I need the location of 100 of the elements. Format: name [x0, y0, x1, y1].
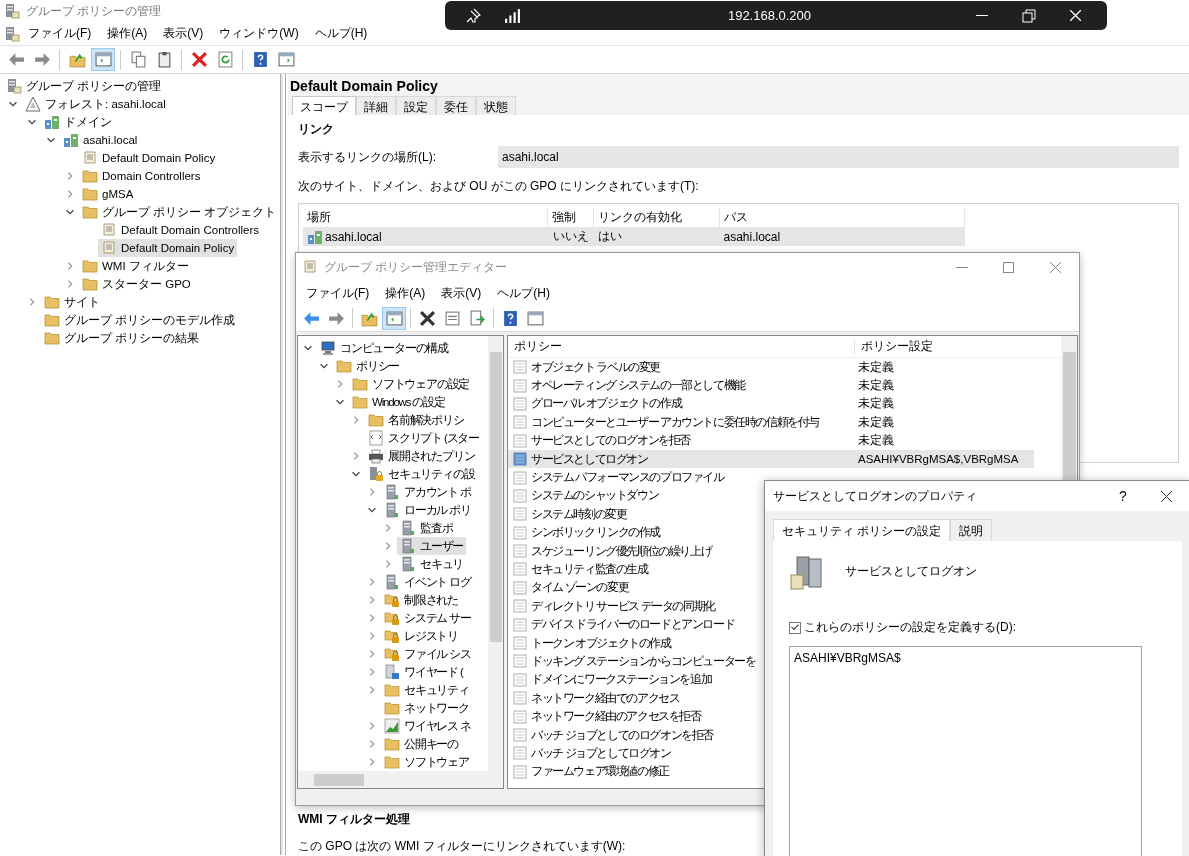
policy-row[interactable]: ファームウェア環境値の修正	[508, 762, 672, 781]
policy-row[interactable]: ドッキング ステーションからコンピューターを	[508, 652, 759, 671]
menu-item[interactable]: 操作(A)	[99, 23, 156, 44]
tab[interactable]: スコープ	[292, 96, 356, 115]
chevron-icon[interactable]	[368, 506, 376, 514]
tree-item[interactable]: グループ ポリシー オブジェクト	[79, 203, 280, 221]
tab[interactable]: 委任	[436, 96, 476, 115]
policy-row[interactable]: バッチ ジョブとしてログオン	[508, 744, 674, 763]
menu-item[interactable]: ヘルプ(H)	[489, 283, 558, 303]
tree-item[interactable]: グループ ポリシーの結果	[41, 329, 203, 347]
link-row[interactable]: asahi.local いいえ はい asahi.local	[303, 227, 965, 246]
define-checkbox[interactable]: これらのポリシーの設定を定義する(D):	[789, 619, 1166, 636]
tab[interactable]: 詳細	[356, 96, 396, 115]
tab[interactable]: セキュリティ ポリシーの設定	[773, 519, 951, 541]
menu-item[interactable]: ファイル(F)	[20, 23, 100, 44]
tree-item[interactable]: グループ ポリシーの管理	[3, 77, 165, 95]
scrollbar[interactable]	[298, 771, 503, 788]
tree-item[interactable]: コンピューターの構成	[317, 339, 451, 357]
tree-item[interactable]: スクリプト (スター	[365, 429, 483, 447]
tree-item[interactable]: セキュリティの設	[365, 465, 478, 483]
checkbox[interactable]	[789, 621, 801, 634]
column-header[interactable]: ポリシー	[508, 339, 854, 354]
menu-item[interactable]: ウィンドウ(W)	[211, 23, 307, 44]
chevron-icon[interactable]	[9, 100, 17, 108]
tree-item[interactable]: ワイヤード (	[381, 663, 466, 681]
chevron-icon[interactable]	[336, 398, 344, 406]
policy-row[interactable]: システム時刻の変更	[508, 505, 630, 524]
tree-item[interactable]: Domain Controllers	[79, 167, 204, 185]
tree-item[interactable]: レジストリ	[381, 627, 461, 645]
policy-row[interactable]: グローバル オブジェクトの作成 未定義	[508, 394, 1034, 414]
tree-item[interactable]: ローカル ポリ	[381, 501, 474, 519]
chevron-icon[interactable]	[28, 118, 36, 126]
policy-row[interactable]: コンピューターとユーザー アカウントに委任時の信頼を付与 未定義	[508, 413, 1034, 432]
tree-item[interactable]: フォレスト: asahi.local	[22, 95, 169, 113]
tree-item[interactable]: ファイル シス	[381, 645, 474, 663]
chevron-icon[interactable]	[66, 208, 74, 216]
tree-item[interactable]: セキュリティ	[381, 681, 472, 699]
menu-item[interactable]: 表示(V)	[155, 23, 212, 44]
tree-item[interactable]: Windows の設定	[349, 393, 448, 411]
tree-item[interactable]: 名前解決ポリシ	[365, 411, 467, 429]
scrollbar[interactable]	[488, 336, 503, 771]
location-field[interactable]: asahi.local	[498, 146, 1179, 168]
tree-item[interactable]: イベント ログ	[381, 573, 474, 591]
tree-item[interactable]: ネットワーク	[381, 699, 472, 717]
policy-row[interactable]: ネットワーク経由のアクセスを拒否	[508, 707, 704, 726]
policy-row[interactable]: スケジューリング優先順位の繰り上げ	[508, 541, 715, 561]
menu-item[interactable]: 表示(V)	[433, 283, 490, 303]
tree-item[interactable]: 制限された	[381, 591, 461, 609]
menu-item[interactable]: ヘルプ(H)	[306, 23, 376, 44]
account-list[interactable]: ASAHI¥VBRgMSA$	[789, 646, 1142, 856]
menu-item[interactable]: 操作(A)	[377, 283, 434, 303]
policy-row[interactable]: サービスとしてログオン ASAHI¥VBRgMSA$,VBRgMSA	[508, 449, 1034, 469]
tree-item[interactable]: ポリシー	[333, 357, 403, 375]
policy-row[interactable]: システムのシャットダウン	[508, 486, 662, 506]
policy-row[interactable]: オペレーティング システムの一部として機能 未定義	[508, 376, 1034, 395]
tree-item[interactable]: Default Domain Controllers	[98, 221, 263, 239]
tree-item[interactable]: アカウント ポ	[381, 483, 474, 501]
tree-item[interactable]: 公開キーの	[381, 735, 461, 753]
console-tree-button[interactable]	[91, 48, 115, 71]
tree-item[interactable]: WMI フィルター	[79, 257, 192, 275]
tree-item[interactable]: ユーザー	[397, 537, 467, 555]
policy-row[interactable]: ディレクトリ サービス データの同期化	[508, 597, 718, 616]
tree-item[interactable]: ソフトウェアの設定	[349, 375, 473, 393]
menu-item[interactable]: ファイル(F)	[298, 283, 378, 303]
console-tree-button[interactable]	[382, 306, 406, 330]
tree-item[interactable]: gMSA	[79, 185, 137, 203]
chevron-icon[interactable]	[47, 136, 55, 144]
policy-row[interactable]: シンボリック リンクの作成	[508, 523, 663, 542]
tree-item[interactable]: サイト	[41, 293, 103, 311]
help-button[interactable]: ?	[1103, 481, 1143, 511]
policy-row[interactable]: システム パフォーマンスのプロファイル	[508, 468, 727, 487]
tab[interactable]: 状態	[476, 96, 516, 115]
tree-item[interactable]: セキュリ	[397, 555, 467, 573]
column-header[interactable]: ポリシー設定	[854, 339, 1041, 354]
tree-item[interactable]: ソフトウェア	[381, 753, 472, 771]
policy-row[interactable]: ネットワーク経由でのアクセス	[508, 689, 683, 708]
policy-row[interactable]: バッチ ジョブとしてのログオンを拒否	[508, 725, 716, 745]
tab[interactable]: 設定	[396, 96, 436, 115]
policy-row[interactable]: オブジェクト ラベルの変更 未定義	[508, 358, 1034, 377]
chevron-icon[interactable]	[352, 470, 360, 478]
tree-item[interactable]: asahi.local	[60, 131, 141, 149]
tree-item[interactable]: システム サー	[381, 609, 474, 627]
list-item[interactable]: ASAHI¥VBRgMSA$	[794, 651, 1137, 665]
tab[interactable]: 説明	[950, 519, 993, 541]
tree-item[interactable]: ワイヤレス ネ	[381, 717, 474, 735]
tree-item[interactable]: 監査ポ	[397, 519, 456, 537]
tree-item[interactable]: 展開されたプリン	[365, 447, 478, 465]
policy-row[interactable]: タイム ゾーンの変更	[508, 578, 632, 598]
tree-item[interactable]: Default Domain Policy	[98, 239, 238, 257]
policy-row[interactable]: サービスとしてのログオンを拒否 未定義	[508, 431, 1034, 450]
policy-row[interactable]: トークン オブジェクトの作成	[508, 633, 674, 653]
chevron-icon[interactable]	[320, 362, 328, 370]
policy-row[interactable]: ドメインにワークステーションを追加	[508, 670, 715, 690]
tree-item[interactable]: グループ ポリシーのモデル作成	[41, 311, 239, 329]
tree-item[interactable]: Default Domain Policy	[79, 149, 219, 167]
chevron-icon[interactable]	[304, 344, 312, 352]
tree-item[interactable]: スターター GPO	[79, 275, 194, 293]
policy-row[interactable]: デバイス ドライバーのロードとアンロード	[508, 615, 738, 634]
tree-item[interactable]: ドメイン	[41, 113, 115, 131]
policy-row[interactable]: セキュリティ監査の生成	[508, 560, 651, 579]
